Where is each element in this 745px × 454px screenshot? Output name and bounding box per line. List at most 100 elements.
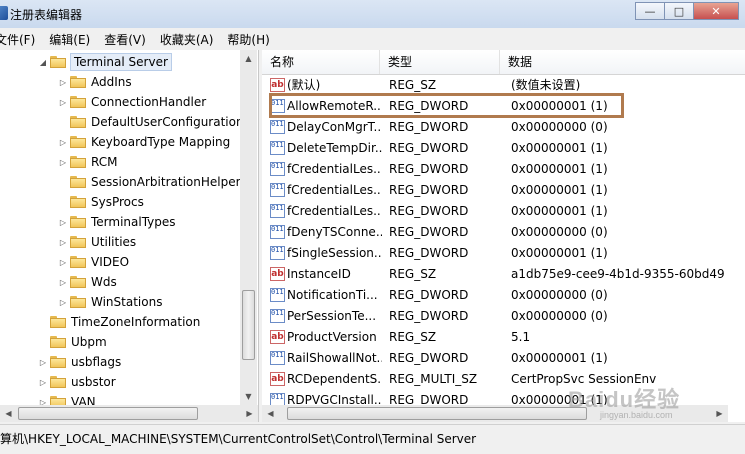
annotation-highlight-box — [269, 93, 624, 118]
value-data: 0x00000001 (1) — [511, 246, 608, 260]
expand-arrow-icon[interactable]: ▷ — [58, 218, 68, 227]
list-row[interactable]: 011 110fSingleSession... REG_DWORD 0x00000… — [262, 243, 745, 264]
tree-item-label: Utilities — [91, 235, 137, 249]
folder-icon — [50, 336, 66, 348]
tree-item[interactable]: Ubpm — [38, 332, 107, 352]
tree-item[interactable]: ◢ Terminal Server — [38, 52, 172, 72]
tree-item[interactable]: ▷ KeyboardType Mapping — [58, 132, 230, 152]
folder-icon — [50, 56, 66, 68]
tree-item[interactable]: ▷ Utilities — [58, 232, 136, 252]
value-type: REG_SZ — [389, 330, 437, 344]
expand-arrow-icon[interactable]: ▷ — [58, 138, 68, 147]
title-bar: 注册表编辑器 — □ ✕ — [0, 0, 745, 28]
list-row[interactable]: 011 110NotificationTi... REG_DWORD 0x00000… — [262, 285, 745, 306]
scroll-down-arrow-icon[interactable]: ▼ — [240, 388, 257, 405]
menu-help[interactable]: 帮助(H) — [220, 31, 276, 48]
binary-value-icon: 011 110 — [270, 288, 285, 302]
list-row[interactable]: 011 110fCredentialLes... REG_DWORD 0x00000… — [262, 201, 745, 222]
value-type: REG_DWORD — [389, 246, 469, 260]
expand-arrow-icon[interactable]: ▷ — [38, 378, 48, 387]
expand-arrow-icon[interactable]: ▷ — [58, 78, 68, 87]
string-value-icon: ab — [270, 78, 285, 92]
tree-item[interactable]: SysProcs — [58, 192, 144, 212]
tree-item-label: Wds — [91, 275, 117, 289]
scroll-up-arrow-icon[interactable]: ▲ — [240, 50, 257, 67]
minimize-button[interactable]: — — [635, 2, 665, 20]
tree-item-label: SessionArbitrationHelper — [91, 175, 241, 189]
folder-icon — [70, 96, 86, 108]
value-data: 0x00000000 (0) — [511, 120, 608, 134]
list-row[interactable]: 011 110fDenyTSConne... REG_DWORD 0x0000000… — [262, 222, 745, 243]
tree-item[interactable]: ▷ RCM — [58, 152, 118, 172]
value-data: 0x00000000 (0) — [511, 309, 608, 323]
expand-arrow-icon[interactable]: ▷ — [38, 358, 48, 367]
menu-edit[interactable]: 编辑(E) — [42, 31, 97, 48]
tree-item[interactable]: ▷ usbstor — [38, 372, 116, 392]
list-hscroll-thumb[interactable] — [287, 407, 587, 420]
list-row[interactable]: 011 110PerSessionTe... REG_DWORD 0x0000000… — [262, 306, 745, 327]
expand-arrow-icon[interactable]: ▷ — [58, 238, 68, 247]
close-button[interactable]: ✕ — [693, 2, 739, 20]
menu-favorites[interactable]: 收藏夹(A) — [153, 31, 221, 48]
window-title: 注册表编辑器 — [10, 8, 83, 22]
folder-icon — [70, 76, 86, 88]
value-data: 5.1 — [511, 330, 531, 344]
tree-scroll-thumb[interactable] — [242, 290, 255, 360]
tree-item[interactable]: TimeZoneInformation — [38, 312, 200, 332]
column-data-header[interactable]: 数据 — [500, 50, 745, 74]
tree-item[interactable]: ▷ WinStations — [58, 292, 163, 312]
column-name-header[interactable]: 名称 — [262, 50, 380, 74]
folder-icon — [70, 176, 86, 188]
list-row[interactable]: ab ProductVersion REG_SZ 5.1 — [262, 327, 745, 348]
tree-item[interactable]: ▷ ConnectionHandler — [58, 92, 206, 112]
binary-value-icon: 011 110 — [270, 225, 285, 239]
tree-item-label: WinStations — [91, 295, 163, 309]
expand-arrow-icon[interactable]: ▷ — [58, 298, 68, 307]
folder-icon — [50, 376, 66, 388]
list-row[interactable]: 011 110RailShowallNot... REG_DWORD 0x00000… — [262, 348, 745, 369]
maximize-button[interactable]: □ — [664, 2, 694, 20]
string-value-icon: ab — [270, 330, 285, 344]
menu-view[interactable]: 查看(V) — [97, 31, 153, 48]
column-type-header[interactable]: 类型 — [380, 50, 500, 74]
list-row[interactable]: 011 110fCredentialLes... REG_DWORD 0x00000… — [262, 180, 745, 201]
list-row[interactable]: ab InstanceID REG_SZ a1db75e9-cee9-4b1d-935… — [262, 264, 745, 285]
value-name: DeleteTempDir... — [287, 141, 382, 155]
tree-vertical-scrollbar[interactable]: ▲ ▼ — [240, 50, 257, 405]
binary-value-icon: 011 110 — [270, 351, 285, 365]
tree-item[interactable]: SessionArbitrationHelper — [58, 172, 241, 192]
value-data: 0x00000000 (0) — [511, 225, 608, 239]
tree-item-label: KeyboardType Mapping — [91, 135, 231, 149]
binary-value-icon: 011 110 — [270, 162, 285, 176]
expand-arrow-icon[interactable]: ▷ — [58, 98, 68, 107]
tree-item[interactable]: ▷ TerminalTypes — [58, 212, 176, 232]
tree-item-label: VIDEO — [91, 255, 130, 269]
menu-file[interactable]: 文件(F) — [0, 31, 42, 48]
expand-arrow-icon[interactable]: ▷ — [58, 258, 68, 267]
list-row[interactable]: 011 110DelayConMgrT... REG_DWORD 0x0000000… — [262, 117, 745, 138]
value-name: DelayConMgrT... — [287, 120, 382, 134]
scroll-right-arrow-icon[interactable]: ▶ — [241, 405, 258, 422]
tree-item[interactable]: ▷ usbflags — [38, 352, 121, 372]
expand-arrow-icon[interactable]: ▷ — [58, 278, 68, 287]
window-controls: — □ ✕ — [635, 2, 739, 20]
tree-item[interactable]: ▷ AddIns — [58, 72, 132, 92]
value-type: REG_DWORD — [389, 183, 469, 197]
value-data: 0x00000000 (0) — [511, 288, 608, 302]
list-row[interactable]: 011 110DeleteTempDir... REG_DWORD 0x000000… — [262, 138, 745, 159]
value-type: REG_DWORD — [389, 204, 469, 218]
expand-arrow-icon[interactable]: ▷ — [58, 158, 68, 167]
value-data: 0x00000001 (1) — [511, 162, 608, 176]
registry-tree[interactable]: ◢ Terminal Server ▷ AddIns ▷ ConnectionHandle… — [0, 50, 259, 422]
tree-item[interactable]: ▷ VIDEO — [58, 252, 129, 272]
tree-item[interactable]: DefaultUserConfiguration — [58, 112, 244, 132]
expanded-arrow-icon[interactable]: ◢ — [38, 58, 48, 67]
scroll-right-arrow-icon[interactable]: ▶ — [711, 405, 728, 422]
scroll-left-arrow-icon[interactable]: ◀ — [262, 405, 279, 422]
scroll-left-arrow-icon[interactable]: ◀ — [0, 405, 17, 422]
list-row[interactable]: 011 110fCredentialLes... REG_DWORD 0x00000… — [262, 159, 745, 180]
tree-hscroll-thumb[interactable] — [18, 407, 198, 420]
tree-item[interactable]: ▷ Wds — [58, 272, 117, 292]
tree-horizontal-scrollbar[interactable]: ◀ ▶ — [0, 405, 258, 422]
tree-item-label: DefaultUserConfiguration — [91, 115, 244, 129]
